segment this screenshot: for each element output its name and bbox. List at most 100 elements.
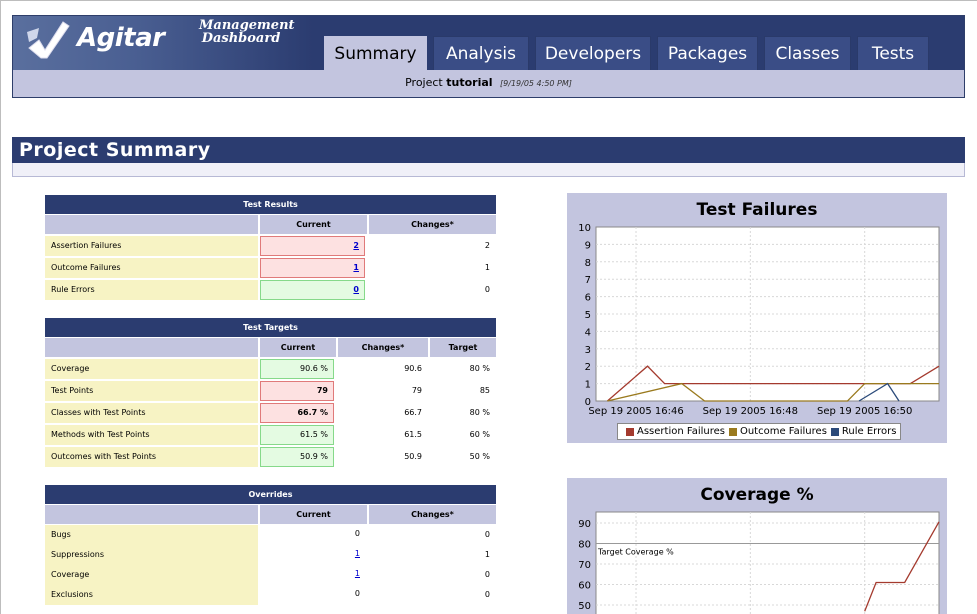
row-current[interactable]: 1 bbox=[260, 258, 365, 278]
tab-summary[interactable]: Summary bbox=[324, 36, 427, 70]
test-failures-chart: Test Failures 0 1 2 3 4 5 6 7 8 9 10 Sep 19 2005 16… bbox=[567, 193, 947, 443]
row-change: 1 bbox=[484, 263, 490, 272]
row-label: Test Points bbox=[45, 381, 258, 401]
row-label: Methods with Test Points bbox=[45, 425, 258, 445]
legend-swatch-rule bbox=[830, 427, 839, 436]
agitar-logo-icon bbox=[27, 21, 70, 59]
logo-text: Agitar bbox=[77, 23, 165, 53]
row-change: 61.5 bbox=[404, 430, 422, 439]
row-label: Assertion Failures bbox=[45, 236, 258, 256]
x-tick-label: Sep 19 2005 16:48 bbox=[703, 406, 798, 417]
table-row: Test Points 79 79 85 bbox=[45, 381, 496, 401]
legend-label: Outcome Failures bbox=[739, 426, 827, 437]
row-target: 60 % bbox=[469, 430, 490, 439]
header-changes: Changes* bbox=[336, 338, 428, 357]
table-row: Outcomes with Test Points 50.9 % 50.9 50… bbox=[45, 447, 496, 467]
table-title: Test Results bbox=[45, 195, 496, 214]
coverage-chart: Coverage % 50 60 70 80 90 Target Coverage % bbox=[567, 478, 947, 614]
row-change: 0 bbox=[484, 590, 490, 599]
chart-legend: Assertion Failures Outcome Failures Rule… bbox=[617, 423, 902, 440]
table-header: Current Changes* bbox=[45, 505, 496, 524]
row-current: 90.6 % bbox=[260, 359, 334, 379]
table-row: Methods with Test Points 61.5 % 61.5 60 … bbox=[45, 425, 496, 445]
nav-tabs: Summary Analysis Developers Packages Cla… bbox=[324, 36, 935, 70]
test-results-table: Test Results Current Changes* Assertion … bbox=[45, 195, 496, 300]
row-change: 66.7 bbox=[404, 408, 422, 417]
row-current[interactable]: 0 bbox=[260, 280, 365, 300]
table-row: Rule Errors 0 0 bbox=[45, 280, 496, 300]
row-current[interactable]: 1 bbox=[260, 545, 365, 565]
y-tick-label: 10 bbox=[578, 223, 591, 234]
project-name: tutorial bbox=[446, 76, 493, 89]
row-target: 50 % bbox=[469, 452, 490, 461]
table-header: Current Changes* bbox=[45, 215, 496, 234]
test-targets-table: Test Targets Current Changes* Target Cov… bbox=[45, 318, 496, 467]
header-blank bbox=[45, 215, 258, 234]
header-blank bbox=[45, 505, 258, 524]
row-change: 90.6 bbox=[404, 364, 422, 373]
row-change: 0 bbox=[484, 530, 490, 539]
table-row: Coverage 90.6 % 90.6 80 % bbox=[45, 359, 496, 379]
table-row: Exclusions 0 0 bbox=[45, 585, 496, 605]
y-tick-label: 3 bbox=[585, 345, 591, 356]
project-info: Project tutorial [9/19/05 4:50 PM] bbox=[13, 76, 964, 89]
y-tick-label: 6 bbox=[585, 293, 591, 304]
table-row: Coverage 1 0 bbox=[45, 565, 496, 585]
row-current: 0 bbox=[260, 585, 365, 605]
dashboard-title: Management Dashboard bbox=[199, 19, 295, 45]
tab-developers[interactable]: Developers bbox=[535, 36, 651, 70]
table-header: Current Changes* Target bbox=[45, 338, 496, 357]
table-row: Classes with Test Points 66.7 % 66.7 80 … bbox=[45, 403, 496, 423]
row-label: Exclusions bbox=[45, 585, 258, 605]
legend-label: Assertion Failures bbox=[637, 426, 725, 437]
row-change: 0 bbox=[484, 570, 490, 579]
row-label: Outcomes with Test Points bbox=[45, 447, 258, 467]
table-title: Test Targets bbox=[45, 318, 496, 337]
row-target: 80 % bbox=[469, 408, 490, 417]
row-current[interactable]: 2 bbox=[260, 236, 365, 256]
current-link[interactable]: 1 bbox=[355, 569, 360, 578]
row-current: 66.7 % bbox=[260, 403, 334, 423]
current-link[interactable]: 1 bbox=[353, 263, 359, 272]
overrides-table: Overrides Current Changes* Bugs 0 0 Supp… bbox=[45, 485, 496, 605]
tab-classes[interactable]: Classes bbox=[764, 36, 851, 70]
y-tick-label: 7 bbox=[585, 275, 591, 286]
y-tick-label: 50 bbox=[578, 601, 591, 612]
y-tick-label: 80 bbox=[578, 540, 591, 551]
row-label: Outcome Failures bbox=[45, 258, 258, 278]
y-tick-label: 1 bbox=[585, 380, 591, 391]
project-prefix: Project bbox=[405, 76, 443, 89]
row-target: 80 % bbox=[469, 364, 490, 373]
row-change: 1 bbox=[484, 550, 490, 559]
row-current: 61.5 % bbox=[260, 425, 334, 445]
section-subbar bbox=[12, 163, 965, 177]
current-link[interactable]: 0 bbox=[353, 285, 359, 294]
row-current: 0 bbox=[260, 525, 365, 545]
header-blank bbox=[45, 338, 258, 357]
y-tick-label: 2 bbox=[585, 362, 591, 373]
x-tick-label: Sep 19 2005 16:50 bbox=[817, 406, 912, 417]
row-current: 50.9 % bbox=[260, 447, 334, 467]
current-link[interactable]: 1 bbox=[355, 549, 360, 558]
y-tick-label: 70 bbox=[578, 560, 591, 571]
plot-area bbox=[595, 511, 940, 614]
legend-swatch-outcome bbox=[728, 427, 737, 436]
row-change: 50.9 bbox=[404, 452, 422, 461]
table-row: Bugs 0 0 bbox=[45, 525, 496, 545]
row-change: 2 bbox=[484, 241, 490, 250]
row-target: 85 bbox=[479, 386, 490, 395]
row-current[interactable]: 1 bbox=[260, 565, 365, 585]
table-row: Assertion Failures 2 2 bbox=[45, 236, 496, 256]
table-title: Overrides bbox=[45, 485, 496, 504]
row-label: Coverage bbox=[45, 359, 258, 379]
y-tick-label: 9 bbox=[585, 240, 591, 251]
tab-packages[interactable]: Packages bbox=[657, 36, 758, 70]
row-change: 79 bbox=[411, 386, 422, 395]
y-tick-label: 90 bbox=[578, 519, 591, 530]
header-changes: Changes* bbox=[367, 505, 496, 524]
row-label: Bugs bbox=[45, 525, 258, 545]
tab-tests[interactable]: Tests bbox=[857, 36, 929, 70]
tab-analysis[interactable]: Analysis bbox=[433, 36, 529, 70]
current-link[interactable]: 2 bbox=[353, 241, 359, 250]
page-title: Project Summary bbox=[12, 137, 965, 163]
